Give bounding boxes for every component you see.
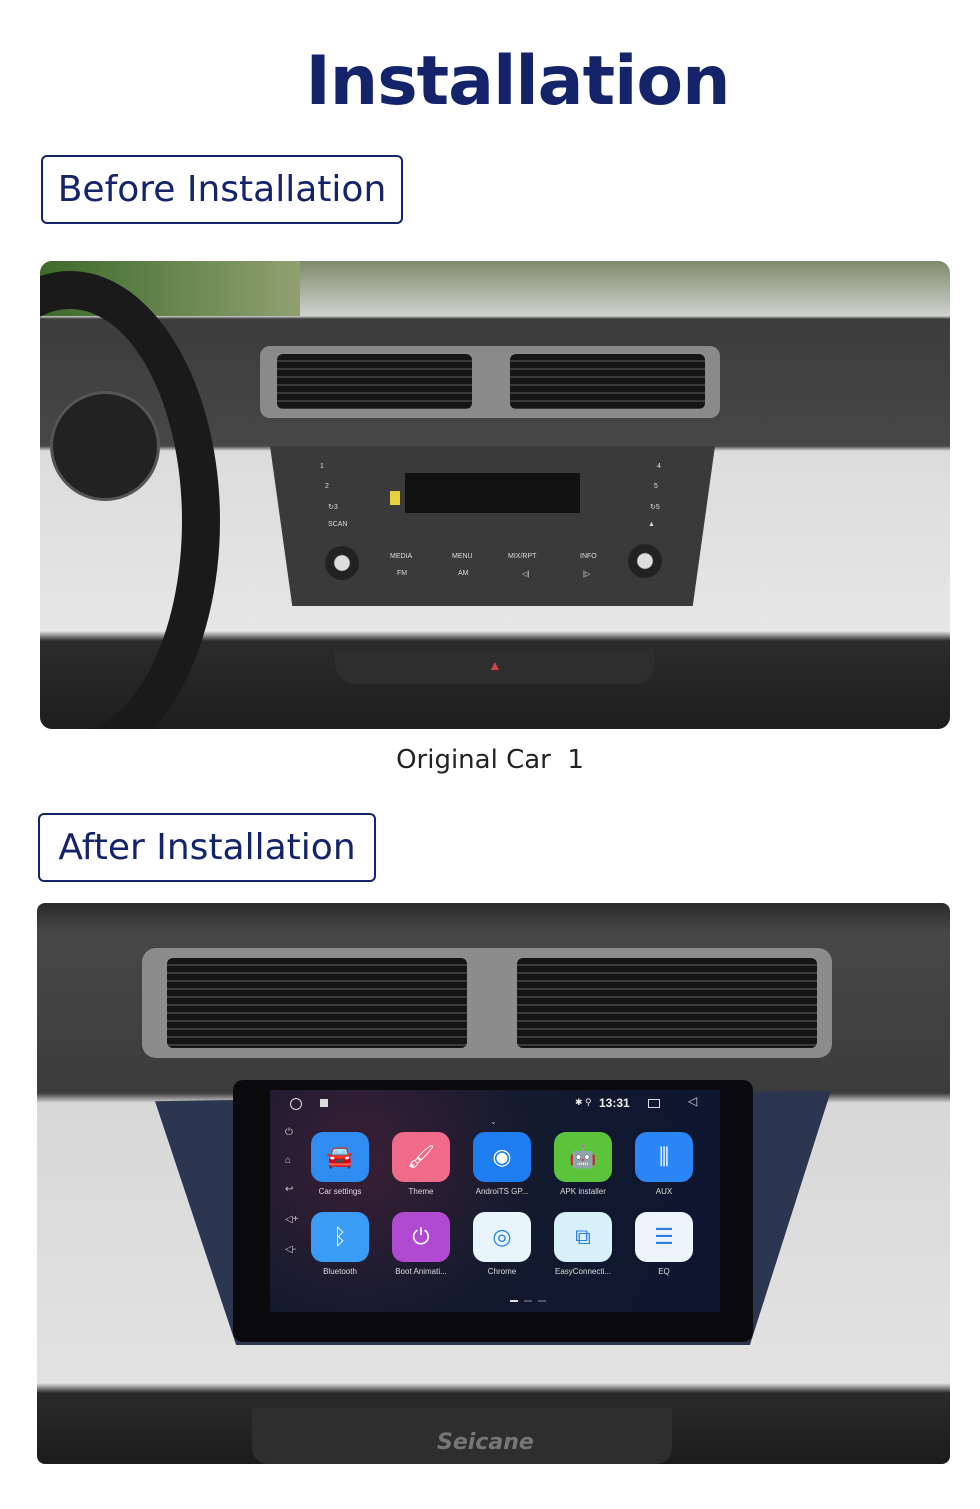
radio-preset-6: ↻5 [650,504,660,511]
bluetooth-icon: ᛒ [311,1212,369,1262]
radio-prev: ◁| [522,571,530,578]
radio-preset-4: 4 [657,463,661,470]
chrome-icon: ◎ [473,1212,531,1262]
app-label: Theme [408,1187,434,1196]
gps-radar-icon: ◉ [473,1132,531,1182]
volume-down-icon[interactable]: ◁- [285,1244,296,1255]
radio-preset-3: ↻3 [328,504,338,511]
app-label: Boot Animati... [395,1267,447,1276]
volume-knob [325,546,359,580]
radio-display [405,473,580,513]
hazard-icon: ▲ [488,657,502,673]
photo-caption: Original Car 1 [396,745,584,775]
car-settings-icon: 🚘 [311,1132,369,1182]
seicane-watermark: Seicane [437,1430,534,1455]
theme-brush-icon: 🖌 [392,1132,450,1182]
radio-preset-2: 2 [325,483,329,490]
android-screen: ✱ ⚲ 13:31 ◁ ⌄ 🚘 Car settings 🖌 Theme ◉ Androi… [270,1090,720,1312]
recent-apps-icon[interactable] [648,1099,660,1108]
page-indicator [510,1300,546,1302]
power-icon[interactable]: ⏻ [285,1127,293,1138]
radio-menu: MENU [452,553,473,560]
steering-wheel [40,271,220,729]
easyconnection-icon: ⧉ [554,1212,612,1262]
app-label: APK installer [560,1187,606,1196]
status-icons: ✱ ⚲ [575,1097,592,1107]
app-label: EasyConnecti... [554,1267,612,1276]
app-gps-radar[interactable]: ◉ AndroiTS GP... [462,1132,542,1196]
home-circle-icon[interactable] [290,1098,302,1110]
aux-jack-icon: ⫼ [635,1132,693,1182]
air-vent-left [277,354,472,409]
radio-media: MEDIA [390,553,413,560]
radio-preset-5: 5 [654,483,658,490]
app-label: AUX [655,1187,673,1196]
app-theme-brush[interactable]: 🖌 Theme [381,1132,461,1196]
power-icon: ⏻ [392,1212,450,1262]
air-vent-right [510,354,705,409]
app-easyconnection[interactable]: ⧉ EasyConnecti... [543,1212,623,1276]
radio-scan: SCAN [328,521,348,528]
before-installation-label: Before Installation [41,155,403,224]
page-title: Installation [305,42,730,121]
app-aux-jack[interactable]: ⫼ AUX [624,1132,704,1196]
app-android[interactable]: 🤖 APK installer [543,1132,623,1196]
home-icon[interactable]: ⌂ [285,1155,291,1166]
after-installation-label: After Installation [38,813,376,882]
gallery-icon[interactable] [320,1099,328,1107]
app-label: Chrome [487,1267,517,1276]
installed-car-photo: ✱ ⚲ 13:31 ◁ ⌄ 🚘 Car settings 🖌 Theme ◉ Androi… [37,903,950,1464]
app-car-settings[interactable]: 🚘 Car settings [300,1132,380,1196]
clock: 13:31 [599,1096,630,1110]
original-car-photo: 1 2 ↻3 SCAN 4 5 ↻5 ▲ MEDIA MENU MIX/RPT … [40,261,950,729]
back-icon[interactable]: ◁ [688,1094,697,1108]
radio-preset-1: 1 [320,463,324,470]
air-vent-left [167,958,467,1048]
radio-fm: FM [397,570,408,577]
radio-mix: MIX/RPT [508,553,537,560]
app-eq[interactable]: ☰ EQ [624,1212,704,1276]
app-bluetooth[interactable]: ᛒ Bluetooth [300,1212,380,1276]
app-label: Car settings [318,1187,362,1196]
app-power[interactable]: ⏻ Boot Animati... [381,1212,461,1276]
app-label: EQ [658,1267,670,1276]
radio-eject: ▲ [648,521,655,528]
chevron-down-icon[interactable]: ⌄ [490,1117,497,1126]
app-label: Bluetooth [323,1267,357,1276]
tune-knob [628,544,662,578]
eq-icon: ☰ [635,1212,693,1262]
volume-up-icon[interactable]: ◁+ [285,1214,299,1225]
speedometer [50,391,160,501]
radio-am: AM [458,570,469,577]
radio-info: INFO [580,553,597,560]
air-vent-right [517,958,817,1048]
android-icon: 🤖 [554,1132,612,1182]
app-chrome[interactable]: ◎ Chrome [462,1212,542,1276]
app-label: AndroiTS GP... [475,1187,529,1196]
return-icon[interactable]: ↩ [285,1184,293,1195]
radio-next: |▷ [583,571,591,578]
